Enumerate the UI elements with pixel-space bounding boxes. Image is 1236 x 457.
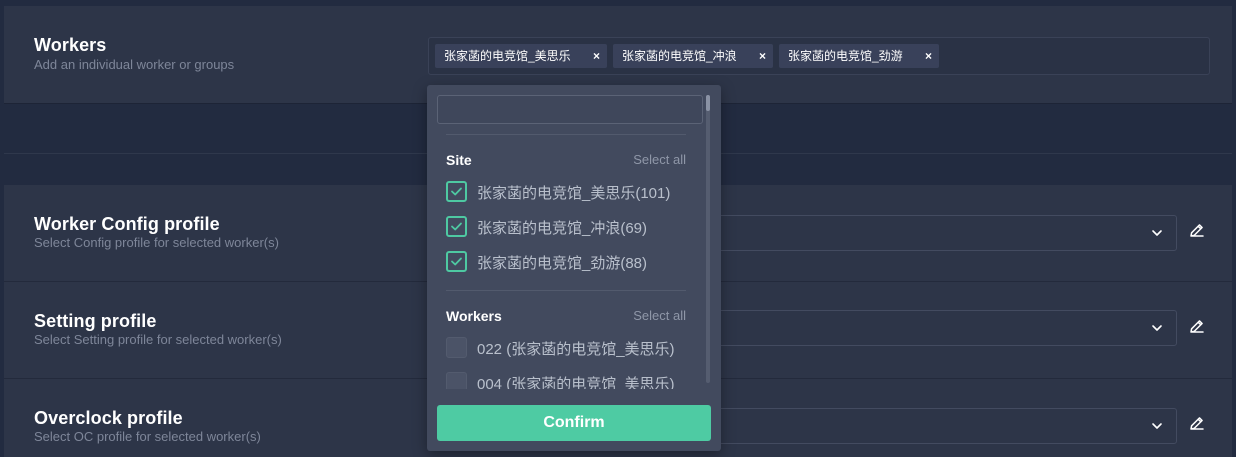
- worker-tag-label: 张家菡的电竞馆_劲游: [788, 49, 903, 63]
- worker-tag-label: 张家菡的电竞馆_美思乐: [444, 49, 571, 63]
- chevron-down-icon: [1152, 423, 1162, 429]
- chevron-down-icon: [1152, 230, 1162, 236]
- check-icon: [451, 222, 462, 231]
- site-select-all-link[interactable]: Select all: [633, 152, 686, 167]
- option-label: 004 (张家菡的电竞馆_美思乐): [477, 376, 675, 389]
- worker-tag: 张家菡的电竞馆_冲浪 ×: [613, 44, 773, 68]
- site-option[interactable]: 张家菡的电竞馆_冲浪(69): [446, 216, 696, 238]
- remove-tag-icon[interactable]: ×: [759, 44, 766, 68]
- confirm-button[interactable]: Confirm: [437, 405, 711, 441]
- chevron-down-icon: [1152, 325, 1162, 331]
- pencil-icon[interactable]: [1188, 221, 1206, 239]
- profile-subtitle: Select Setting profile for selected work…: [34, 332, 282, 347]
- check-icon: [451, 187, 462, 196]
- profile-title: Overclock profile: [34, 408, 183, 428]
- dropdown-divider: [446, 290, 686, 291]
- site-option[interactable]: 张家菡的电竞馆_劲游(88): [446, 251, 696, 273]
- dropdown-list: Site Select all 张家菡的电竞馆_美思乐(101) 张家菡的电竞馆…: [427, 85, 721, 389]
- workers-dropdown: Site Select all 张家菡的电竞馆_美思乐(101) 张家菡的电竞馆…: [427, 85, 721, 451]
- checkbox-unchecked[interactable]: [446, 372, 467, 389]
- worker-config-profile-select[interactable]: [716, 215, 1177, 251]
- workers-select-all-link[interactable]: Select all: [633, 308, 686, 323]
- workers-subtitle: Add an individual worker or groups: [34, 57, 235, 72]
- option-label: 022 (张家菡的电竞馆_美思乐): [477, 341, 675, 358]
- checkbox-unchecked[interactable]: [446, 337, 467, 358]
- profile-title: Worker Config profile: [34, 214, 220, 234]
- worker-option[interactable]: 022 (张家菡的电竞馆_美思乐): [446, 337, 696, 359]
- profile-subtitle: Select OC profile for selected worker(s): [34, 429, 261, 444]
- setting-profile-select[interactable]: [716, 310, 1177, 346]
- checkbox-checked[interactable]: [446, 216, 467, 237]
- option-label: 张家菡的电竞馆_冲浪(69): [477, 220, 648, 237]
- remove-tag-icon[interactable]: ×: [593, 44, 600, 68]
- check-icon: [451, 257, 462, 266]
- workers-tag-input[interactable]: 张家菡的电竞馆_美思乐 × 张家菡的电竞馆_冲浪 × 张家菡的电竞馆_劲游 ×: [428, 37, 1210, 75]
- site-section-heading: Site: [446, 152, 472, 168]
- option-label: 张家菡的电竞馆_美思乐(101): [477, 185, 671, 202]
- workers-section-heading: Workers: [446, 308, 502, 324]
- pencil-icon[interactable]: [1188, 414, 1206, 432]
- site-option[interactable]: 张家菡的电竞馆_美思乐(101): [446, 181, 696, 203]
- profile-subtitle: Select Config profile for selected worke…: [34, 235, 279, 250]
- worker-option[interactable]: 004 (张家菡的电竞馆_美思乐): [446, 372, 696, 389]
- worker-tag-label: 张家菡的电竞馆_冲浪: [622, 49, 737, 63]
- workers-title: Workers: [34, 35, 107, 55]
- profile-title: Setting profile: [34, 311, 157, 331]
- overclock-profile-select[interactable]: [716, 408, 1177, 444]
- worker-tag: 张家菡的电竞馆_劲游 ×: [779, 44, 939, 68]
- worker-tag: 张家菡的电竞馆_美思乐 ×: [435, 44, 607, 68]
- checkbox-checked[interactable]: [446, 181, 467, 202]
- option-label: 张家菡的电竞馆_劲游(88): [477, 255, 648, 272]
- dropdown-divider: [446, 134, 686, 135]
- remove-tag-icon[interactable]: ×: [925, 44, 932, 68]
- pencil-icon[interactable]: [1188, 317, 1206, 335]
- checkbox-checked[interactable]: [446, 251, 467, 272]
